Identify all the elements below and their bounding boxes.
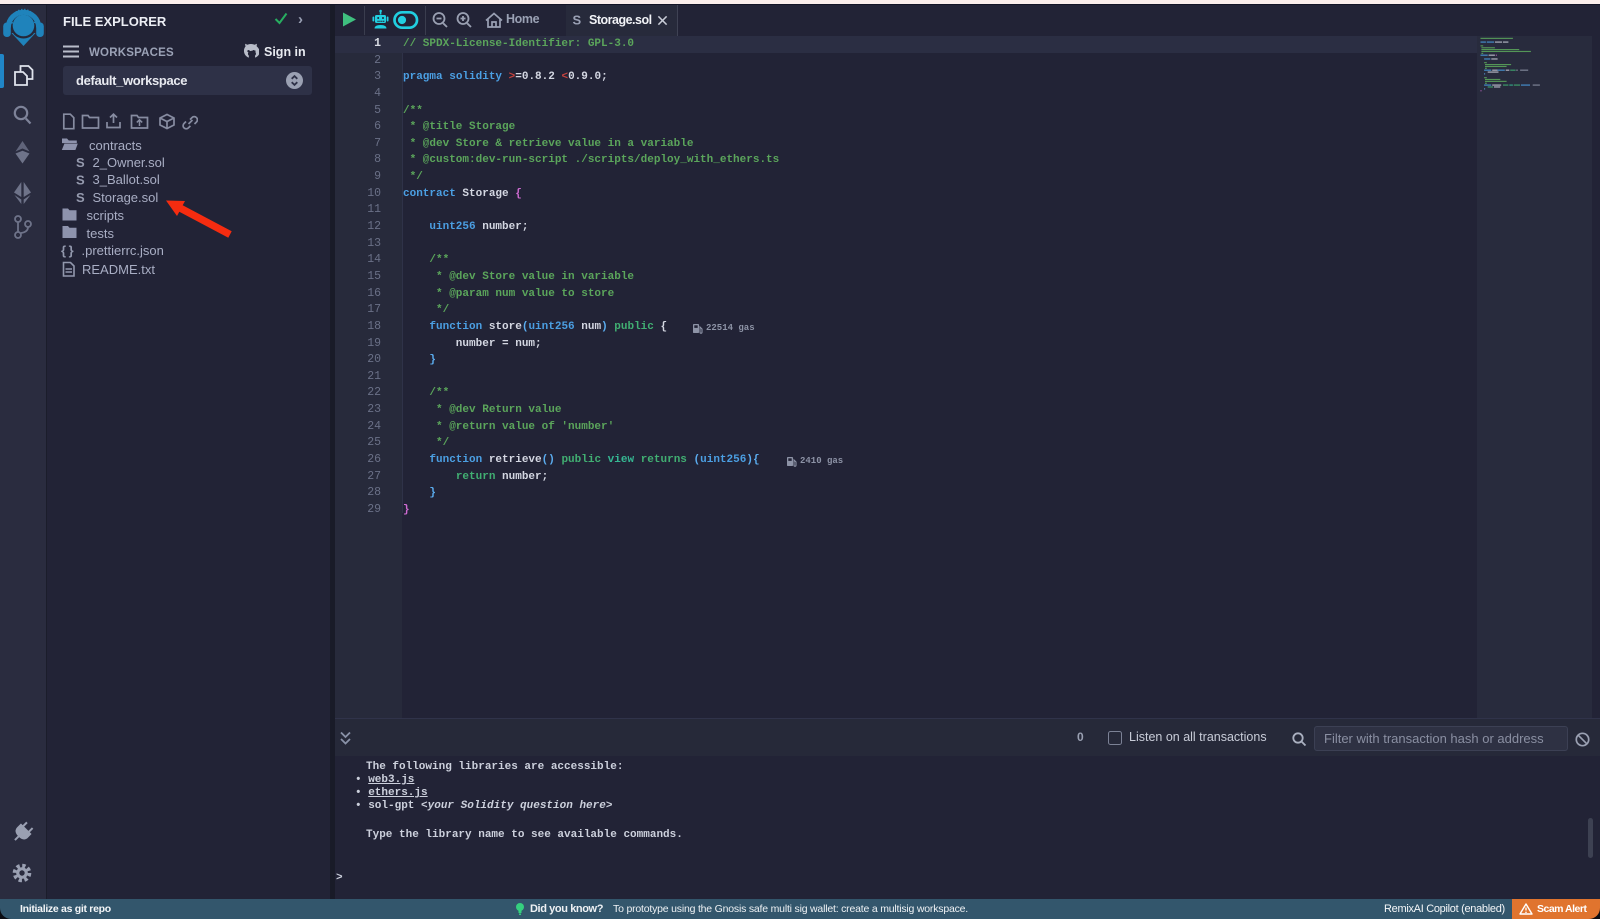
svg-text:S: S — [573, 13, 582, 28]
svg-text:{ }: { } — [61, 243, 74, 258]
svg-text:S: S — [76, 155, 85, 170]
svg-text:S: S — [76, 190, 85, 205]
svg-text:S: S — [76, 173, 85, 188]
